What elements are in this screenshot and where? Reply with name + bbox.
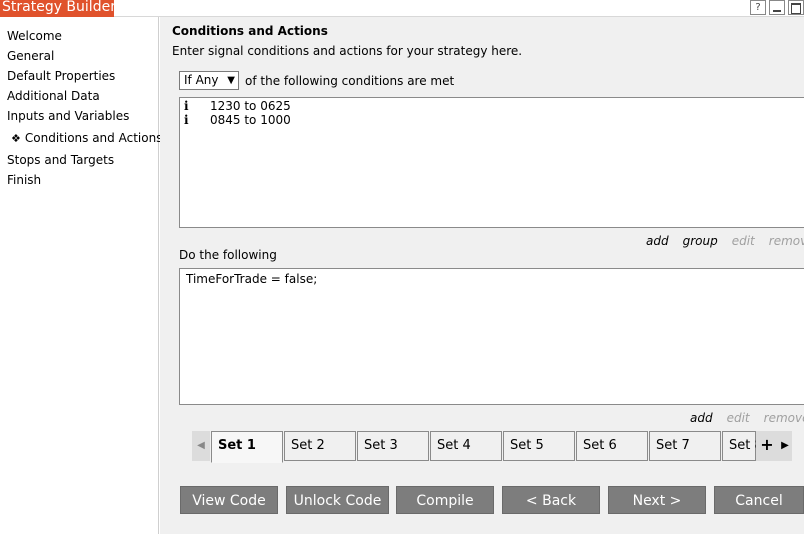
back-button[interactable]: < Back [502, 486, 600, 514]
tab-set-3[interactable]: Set 3 [357, 431, 429, 461]
add-action-link[interactable]: add [690, 411, 713, 425]
title-bar: Strategy Builder ? [0, 0, 804, 17]
main-panel: Conditions and Actions Enter signal cond… [160, 17, 804, 534]
list-item[interactable]: i 0845 to 1000 [184, 113, 291, 127]
set-tabs: ◀ Set 1 Set 2 Set 3 Set 4 Set 5 Set 6 Se… [192, 431, 804, 463]
edit-condition-link[interactable]: edit [732, 234, 755, 248]
sidebar-item-additional-data[interactable]: Additional Data [7, 89, 100, 103]
actions-list[interactable]: TimeForTrade = false; [179, 268, 804, 405]
add-condition-link[interactable]: add [646, 234, 669, 248]
sidebar-item-label: Conditions and Actions [24, 131, 163, 145]
tab-set-5[interactable]: Set 5 [503, 431, 575, 461]
group-condition-link[interactable]: group [683, 234, 718, 248]
condition-mode-suffix: of the following conditions are met [245, 73, 455, 88]
help-button[interactable]: ? [750, 0, 766, 15]
window-title: Strategy Builder [0, 0, 114, 17]
info-icon: i [184, 99, 189, 113]
tab-scroll-left-icon[interactable]: ◀ [192, 431, 210, 461]
maximize-button[interactable] [788, 0, 804, 15]
sidebar-item-stops-and-targets[interactable]: Stops and Targets [7, 153, 114, 167]
remove-condition-link[interactable]: remove [769, 234, 804, 248]
sidebar-nav: Welcome General Default Properties Addit… [0, 17, 162, 534]
tab-set-8[interactable]: Set 8 [722, 431, 763, 461]
tab-set-4[interactable]: Set 4 [430, 431, 502, 461]
condition-text: 0845 to 1000 [210, 113, 291, 127]
sidebar-item-default-properties[interactable]: Default Properties [7, 69, 115, 83]
condition-mode-value: If Any [184, 73, 219, 87]
chevron-down-icon: ▼ [227, 75, 235, 86]
sidebar-item-finish[interactable]: Finish [7, 173, 41, 187]
sidebar-item-general[interactable]: General [7, 49, 54, 63]
list-item[interactable]: i 1230 to 0625 [184, 99, 291, 113]
minimize-button[interactable] [769, 0, 785, 15]
tab-set-7[interactable]: Set 7 [649, 431, 721, 461]
unlock-code-button[interactable]: Unlock Code [286, 486, 389, 514]
condition-mode-select[interactable]: If Any ▼ [179, 71, 239, 90]
actions-label: Do the following [179, 248, 277, 262]
page-title: Conditions and Actions [172, 24, 328, 38]
compile-button[interactable]: Compile [396, 486, 494, 514]
next-button[interactable]: Next > [608, 486, 706, 514]
window-controls: ? [750, 0, 804, 16]
edit-action-link[interactable]: edit [727, 411, 750, 425]
tab-set-2[interactable]: Set 2 [284, 431, 356, 461]
sidebar-item-welcome[interactable]: Welcome [7, 29, 62, 43]
action-item[interactable]: TimeForTrade = false; [186, 272, 317, 286]
tab-set-1[interactable]: Set 1 [211, 431, 283, 463]
info-icon: i [184, 113, 189, 127]
view-code-button[interactable]: View Code [180, 486, 278, 514]
sidebar-item-conditions-and-actions[interactable]: ❖ Conditions and Actions [11, 131, 162, 145]
cancel-button[interactable]: Cancel [714, 486, 804, 514]
condition-text: 1230 to 0625 [210, 99, 291, 113]
action-actions: add edit remove [690, 411, 804, 425]
tab-set-6[interactable]: Set 6 [576, 431, 648, 461]
diamond-bullet-icon: ❖ [11, 132, 21, 145]
page-description: Enter signal conditions and actions for … [172, 44, 523, 58]
remove-action-link[interactable]: remove [764, 411, 804, 425]
condition-mode-row: If Any ▼ of the following conditions are… [179, 71, 454, 90]
conditions-list[interactable]: i 1230 to 0625 i 0845 to 1000 [179, 97, 804, 228]
add-tab-button[interactable]: + [756, 431, 778, 461]
sidebar-item-inputs-and-variables[interactable]: Inputs and Variables [7, 109, 129, 123]
condition-actions: add group edit remove [646, 234, 804, 248]
tab-scroll-right-icon[interactable]: ▶ [778, 431, 792, 461]
